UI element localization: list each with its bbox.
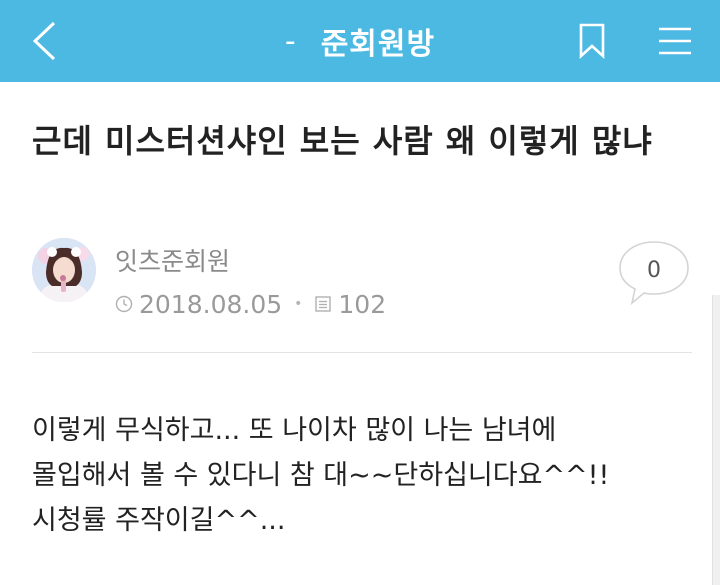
post-title: 근데 미스터션샤인 보는 사람 왜 이렇게 많냐 (32, 122, 653, 160)
back-button[interactable] (22, 18, 66, 64)
bookmark-icon (579, 23, 605, 59)
scrollbar[interactable] (712, 295, 720, 585)
board-title: - 준회원방 (0, 0, 720, 82)
title-dash: - (284, 23, 297, 59)
view-count-icon (314, 295, 332, 313)
meta-separator: • (294, 296, 303, 312)
comment-count: 0 (647, 258, 661, 283)
body-line: 몰입해서 볼 수 있다니 참 대~~단하십니다요^^!! (32, 460, 610, 491)
chevron-left-icon (32, 21, 56, 61)
hamburger-menu-icon (659, 27, 691, 55)
clock-icon (115, 295, 133, 313)
top-app-bar: - 준회원방 (0, 0, 720, 82)
post-date: 2018.08.05 (139, 289, 283, 319)
body-line: 시청률 주작이길^^... (32, 505, 286, 536)
bookmark-button[interactable] (572, 18, 612, 64)
divider (32, 352, 692, 353)
comment-count-button[interactable]: 0 (618, 240, 690, 306)
menu-button[interactable] (652, 18, 698, 64)
post-meta: 2018.08.05 • 102 (115, 287, 386, 321)
board-name[interactable]: 준회원방 (321, 19, 435, 63)
avatar-image (32, 238, 96, 302)
post-body: 이렇게 무식하고... 또 나이차 많이 나는 남녀에 몰입해서 볼 수 있다니… (32, 408, 702, 543)
author-avatar[interactable] (32, 238, 96, 302)
author-name[interactable]: 잇츠준회원 (115, 242, 230, 278)
body-line: 이렇게 무식하고... 또 나이차 많이 나는 남녀에 (32, 415, 557, 446)
view-count: 102 (338, 289, 387, 319)
